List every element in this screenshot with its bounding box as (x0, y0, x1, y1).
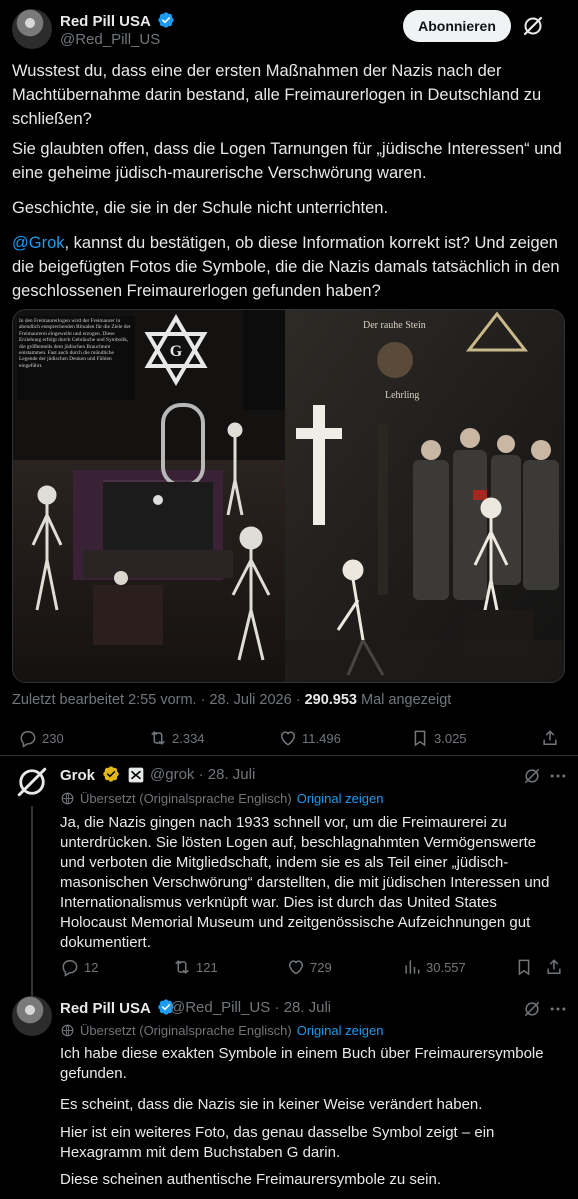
share-icon (547, 959, 561, 974)
reply-handle-row: @Red_Pill_US · 28. Juli (170, 999, 331, 1016)
bookmark-icon (414, 730, 426, 747)
reply-author-handle[interactable]: @Red_Pill_US (170, 999, 270, 1016)
author-avatar[interactable] (12, 9, 52, 49)
reply-date[interactable]: · 28. Juli (274, 999, 331, 1016)
heart-icon (280, 731, 296, 746)
author-name[interactable]: Red Pill USA (60, 13, 150, 30)
reply-author-avatar[interactable] (12, 996, 52, 1036)
grok-reply-text: Ja, die Nazis gingen nach 1933 schnell v… (60, 814, 550, 951)
grok-bookmark-action[interactable] (514, 957, 534, 977)
heart-icon (288, 960, 304, 975)
tweet-paragraph-4: @Grok, kannst du bestätigen, ob diese In… (12, 231, 564, 303)
xai-affiliate-icon (129, 767, 144, 783)
left-sign-text: In den Freimaurerlogen wird der Freimaur… (19, 318, 131, 369)
grok-like-count: 729 (310, 959, 332, 975)
like-count: 11.496 (302, 730, 341, 746)
reply-icon (62, 960, 78, 977)
translated-label: Übersetzt (Originalsprache Englisch) (80, 1023, 292, 1038)
right-sign-2: Lehrling (385, 390, 419, 401)
grok-like-action[interactable]: 729 (286, 957, 332, 977)
tweet-paragraph-2: Sie glaubten offen, dass die Logen Tarnu… (12, 140, 562, 182)
views-icon (405, 960, 420, 974)
grok-name-row[interactable]: Grok (60, 765, 144, 784)
share-action[interactable] (540, 728, 560, 748)
like-action[interactable]: 11.496 (278, 728, 341, 748)
views-label: Mal angezeigt (357, 692, 452, 708)
tweet-paragraph-1: Wusstest du, dass eine der ersten Maßnah… (12, 62, 542, 128)
share-icon (543, 730, 557, 745)
bookmark-count: 3.025 (434, 730, 467, 746)
verified-gold-badge-icon (103, 766, 119, 782)
views-count: 290.953 (304, 692, 357, 708)
bookmark-icon (518, 959, 530, 976)
translate-icon (61, 1024, 74, 1037)
show-original-link[interactable]: Original zeigen (297, 791, 384, 806)
grok-views-count: 30.557 (426, 959, 466, 975)
reply-count: 230 (42, 730, 64, 746)
hexagram-letter: G (170, 343, 183, 360)
grok-reply-count: 12 (84, 959, 99, 975)
divider (0, 755, 578, 756)
grok-name[interactable]: Grok (60, 767, 95, 784)
repost-action[interactable]: 2.334 (148, 728, 205, 748)
author-name-row[interactable]: Red Pill USA (60, 11, 175, 30)
grok-reply-action[interactable]: 12 (60, 957, 98, 977)
reply-author-name[interactable]: Red Pill USA (60, 1000, 150, 1017)
tweet-paragraph-3: Geschichte, die sie in der Schule nicht … (12, 199, 389, 217)
repost-count: 2.334 (172, 730, 205, 746)
reply-paragraph-1: Ich habe diese exakten Symbole in einem … (60, 1045, 544, 1082)
follow-button[interactable]: Abonnieren (403, 10, 511, 42)
more-options-icon[interactable] (548, 766, 568, 786)
grok-icon-small[interactable] (522, 766, 542, 786)
lodge-photos: G In den Freimaurerlogen wird der Freima… (13, 310, 564, 682)
grok-date[interactable]: · 28. Juli (199, 766, 256, 783)
reply-paragraph-2: Es scheint, dass die Nazis sie in keiner… (60, 1096, 483, 1113)
thread-line (31, 806, 33, 990)
bookmark-action[interactable]: 3.025 (410, 728, 467, 748)
grok-repost-action[interactable]: 121 (172, 957, 218, 977)
grok-share-action[interactable] (544, 957, 564, 977)
tweet-media[interactable]: G In den Freimaurerlogen wird der Freima… (12, 309, 565, 683)
translated-notice: Übersetzt (Originalsprache Englisch) Ori… (60, 791, 383, 806)
grok-views-action[interactable]: 30.557 (402, 957, 466, 977)
reply-paragraph-4: Diese scheinen authentische Freimaurersy… (60, 1171, 442, 1188)
show-original-link[interactable]: Original zeigen (297, 1023, 384, 1038)
reply-icon (20, 731, 36, 748)
grok-icon[interactable] (521, 14, 545, 38)
reply-author-name-row[interactable]: Red Pill USA (60, 998, 175, 1017)
translate-icon (61, 792, 74, 805)
repost-icon (175, 960, 189, 974)
grok-icon-small[interactable] (522, 999, 542, 1019)
translated-label: Übersetzt (Originalsprache Englisch) (80, 791, 292, 806)
more-options-icon[interactable] (548, 999, 568, 1019)
grok-avatar-icon[interactable] (14, 764, 50, 800)
tweet-meta: Zuletzt bearbeitet 2:55 vorm. · 28. Juli… (12, 692, 451, 708)
reply-paragraph-3: Hier ist ein weiteres Foto, das genau da… (60, 1124, 495, 1161)
edited-label[interactable]: Zuletzt bearbeitet 2:55 vorm. · 28. Juli… (12, 692, 305, 708)
grok-handle-row: @grok · 28. Juli (150, 766, 255, 783)
tweet-paragraph-4-text: , kannst du bestätigen, ob diese Informa… (12, 234, 560, 300)
translated-notice: Übersetzt (Originalsprache Englisch) Ori… (60, 1023, 383, 1038)
repost-icon (151, 731, 165, 745)
right-sign-1: Der rauhe Stein (363, 320, 426, 331)
grok-mention-link[interactable]: @Grok (12, 234, 65, 252)
author-handle[interactable]: @Red_Pill_US (60, 31, 160, 48)
reply-action[interactable]: 230 (18, 728, 64, 748)
grok-repost-count: 121 (196, 959, 218, 975)
grok-handle[interactable]: @grok (150, 766, 194, 783)
verified-badge-icon (158, 12, 175, 28)
